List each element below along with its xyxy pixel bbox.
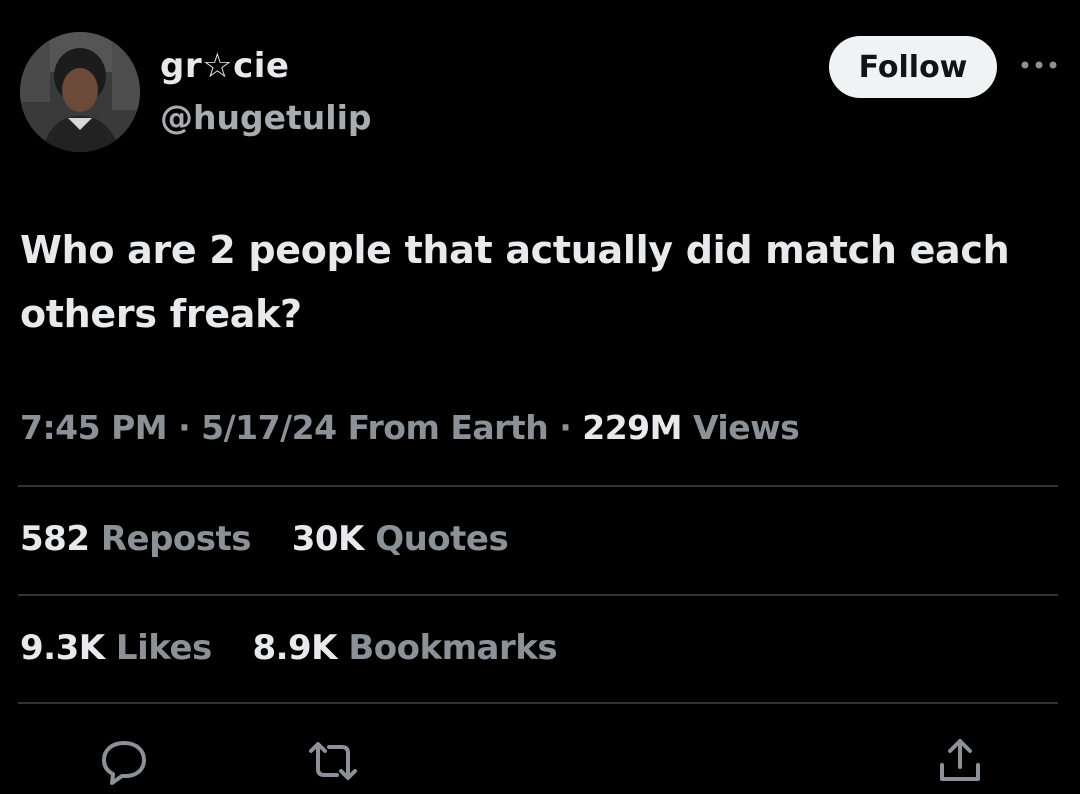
likes-label: Likes [115,628,212,668]
bookmarks-label: Bookmarks [348,628,558,668]
likes-bookmarks-stats: 9.3K Likes 8.9K Bookmarks [20,628,558,668]
meta-separator: · [559,408,572,447]
quotes-label: Quotes [375,519,509,559]
bookmarks-stat[interactable]: 8.9K Bookmarks [252,628,557,668]
likes-stat[interactable]: 9.3K Likes [20,628,223,668]
user-handle[interactable]: @hugetulip [160,98,372,137]
tweet-source: From Earth [347,408,549,447]
tweet-date[interactable]: 5/17/24 [201,408,337,447]
tweet-time[interactable]: 7:45 PM [20,408,168,447]
share-icon [940,739,980,781]
tweet-metadata: 7:45 PM · 5/17/24 From Earth · 229M View… [20,408,800,447]
more-options-icon[interactable] [1014,50,1064,80]
follow-button[interactable]: Follow [829,36,997,98]
repost-icon [309,742,357,780]
divider [18,702,1058,704]
tweet-text: Who are 2 people that actually did match… [20,228,1010,336]
share-button[interactable] [932,735,988,791]
action-bar [0,725,1080,794]
reposts-label: Reposts [100,519,252,559]
divider [18,485,1058,487]
avatar-photo [20,32,140,152]
quotes-count: 30K [291,519,365,559]
reply-icon [102,741,146,785]
meta-separator: · [178,408,191,447]
views-label: Views [692,408,800,447]
reposts-count: 582 [20,519,90,559]
repost-quote-stats: 582 Reposts 30K Quotes [20,519,509,559]
quotes-stat[interactable]: 30K Quotes [292,519,509,559]
avatar[interactable] [20,32,140,152]
reply-button[interactable] [96,735,152,791]
views-count: 229M [582,408,682,447]
likes-count: 9.3K [20,628,105,668]
repost-button[interactable] [305,735,361,791]
display-name[interactable]: gr☆cie [160,46,289,86]
bookmarks-count: 8.9K [252,628,338,668]
divider [18,594,1058,596]
reposts-stat[interactable]: 582 Reposts [20,519,262,559]
